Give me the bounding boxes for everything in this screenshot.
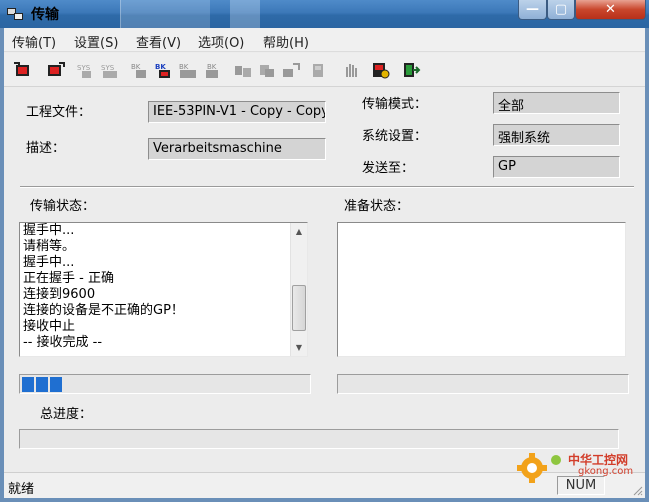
dialog-client: 传输(T) 设置(S) 查看(V) 选项(O) 帮助(H) SYS SYS BK… <box>4 28 645 498</box>
log-line: 握手中... <box>23 255 75 270</box>
transfer-status-label: 传输状态： <box>30 199 96 214</box>
tb-exit-button[interactable] <box>400 60 422 80</box>
tb-bk-upload-button[interactable]: BK <box>153 60 175 80</box>
hand-stop-icon <box>346 64 357 77</box>
app-transfer-icon <box>7 8 23 20</box>
tb-bk-download-button: BK <box>129 60 151 80</box>
tb-transfer-b-button <box>256 60 278 80</box>
scroll-up-icon[interactable]: ▲ <box>291 223 307 240</box>
ready-status-label: 准备状态： <box>344 199 410 214</box>
transfer-b-icon <box>260 65 274 77</box>
tb-gp-properties-button[interactable] <box>369 60 391 80</box>
watermark-url: gkong.com <box>578 466 634 477</box>
bk-upload-icon: BK <box>155 63 170 78</box>
exit-icon <box>404 63 421 77</box>
maximize-button[interactable]: ▢ <box>547 0 575 20</box>
upload-to-pc-icon <box>48 62 65 76</box>
system-setting-label: 系统设置： <box>362 129 428 144</box>
svg-text:BK: BK <box>179 63 189 71</box>
tb-sys-upload-button: SYS <box>99 60 121 80</box>
window-title: 传输 <box>31 7 59 23</box>
transfer-mode-field: 全部 <box>493 92 620 114</box>
log-line: 连接到9600 <box>23 287 96 302</box>
menu-view[interactable]: 查看(V) <box>136 32 181 51</box>
transfer-c-icon <box>283 63 300 77</box>
progress-block <box>36 377 48 392</box>
tb-transfer-a-button <box>232 60 254 80</box>
desktop-bleed-decoration <box>120 0 210 28</box>
gp-properties-icon <box>373 63 390 79</box>
transfer-log-list[interactable]: 握手中... 请稍等。 握手中... 正在握手 - 正确 连接到9600 连接的… <box>19 222 308 357</box>
progress-block <box>50 377 62 392</box>
svg-text:BK: BK <box>131 63 141 71</box>
maximize-icon: ▢ <box>554 2 568 17</box>
project-file-field: IEE-53PIN-V1 - Copy - Copy.p <box>148 101 326 123</box>
desktop-bleed-decoration <box>230 0 260 28</box>
svg-text:BK: BK <box>155 63 166 71</box>
transfer-progress-bar <box>19 374 311 394</box>
bk-verify-icon: BK <box>206 63 218 78</box>
transfer-mode-label: 传输模式： <box>362 97 428 112</box>
minimize-icon: — <box>526 2 539 17</box>
transfer-log-lines: 握手中... 请稍等。 握手中... 正在握手 - 正确 连接到9600 连接的… <box>23 223 184 351</box>
scroll-thumb[interactable] <box>292 285 306 331</box>
menu-transfer[interactable]: 传输(T) <box>12 32 56 51</box>
section-divider <box>20 186 634 188</box>
minimize-button[interactable]: — <box>518 0 547 20</box>
log-scrollbar[interactable]: ▲ ▼ <box>290 223 307 356</box>
system-setting-field: 强制系统 <box>493 124 620 146</box>
scroll-down-icon[interactable]: ▼ <box>291 339 307 356</box>
bk-download-icon: BK <box>131 63 146 78</box>
project-file-label: 工程文件： <box>26 105 92 120</box>
log-line: 连接的设备是不正确的GP！ <box>23 303 184 318</box>
description-field: Verarbeitsmaschine <box>148 138 326 160</box>
svg-text:BK: BK <box>207 63 217 71</box>
log-line: 请稍等。 <box>23 239 76 254</box>
menu-options[interactable]: 选项(O) <box>198 32 244 51</box>
bk-compare-icon: BK <box>179 63 196 78</box>
download-to-device-icon <box>14 62 29 76</box>
menu-bar: 传输(T) 设置(S) 查看(V) 选项(O) 帮助(H) <box>4 28 645 52</box>
send-to-label: 发送至： <box>362 161 415 176</box>
tb-sys-download-button: SYS <box>75 60 97 80</box>
ready-status-list[interactable] <box>337 222 626 357</box>
menu-settings[interactable]: 设置(S) <box>74 32 118 51</box>
log-line: -- 接收完成 -- <box>23 335 103 350</box>
menu-help[interactable]: 帮助(H) <box>263 32 309 51</box>
svg-text:SYS: SYS <box>101 64 115 72</box>
tb-gp-settings-button <box>307 60 329 80</box>
tb-transfer-c-button <box>280 60 302 80</box>
ready-progress-bar <box>337 374 629 394</box>
send-to-field: GP <box>493 156 620 178</box>
svg-text:SYS: SYS <box>77 64 91 72</box>
tb-upload-button[interactable] <box>44 60 66 80</box>
close-icon: ✕ <box>605 2 616 17</box>
log-line: 接收中止 <box>23 319 76 334</box>
overall-progress-label: 总进度： <box>40 407 93 422</box>
transfer-progress-fill <box>22 377 62 392</box>
toolbar: SYS SYS BK BK BK BK <box>4 53 645 87</box>
title-bar[interactable]: 传输 — ▢ ✕ <box>0 0 649 28</box>
sys-download-icon: SYS <box>77 64 91 78</box>
log-line: 正在握手 - 正确 <box>23 271 114 286</box>
progress-block <box>22 377 34 392</box>
sys-upload-icon: SYS <box>101 64 117 78</box>
log-line: 握手中... <box>23 223 75 238</box>
tb-download-button[interactable] <box>12 60 34 80</box>
tb-bk-verify-button: BK <box>201 60 223 80</box>
tb-stop-button <box>340 60 362 80</box>
description-label: 描述： <box>26 141 66 156</box>
transfer-a-icon <box>235 66 251 77</box>
tb-bk-compare-button: BK <box>177 60 199 80</box>
gp-settings-icon <box>313 64 323 77</box>
status-text: 就绪 <box>8 482 35 497</box>
close-button[interactable]: ✕ <box>575 0 646 20</box>
